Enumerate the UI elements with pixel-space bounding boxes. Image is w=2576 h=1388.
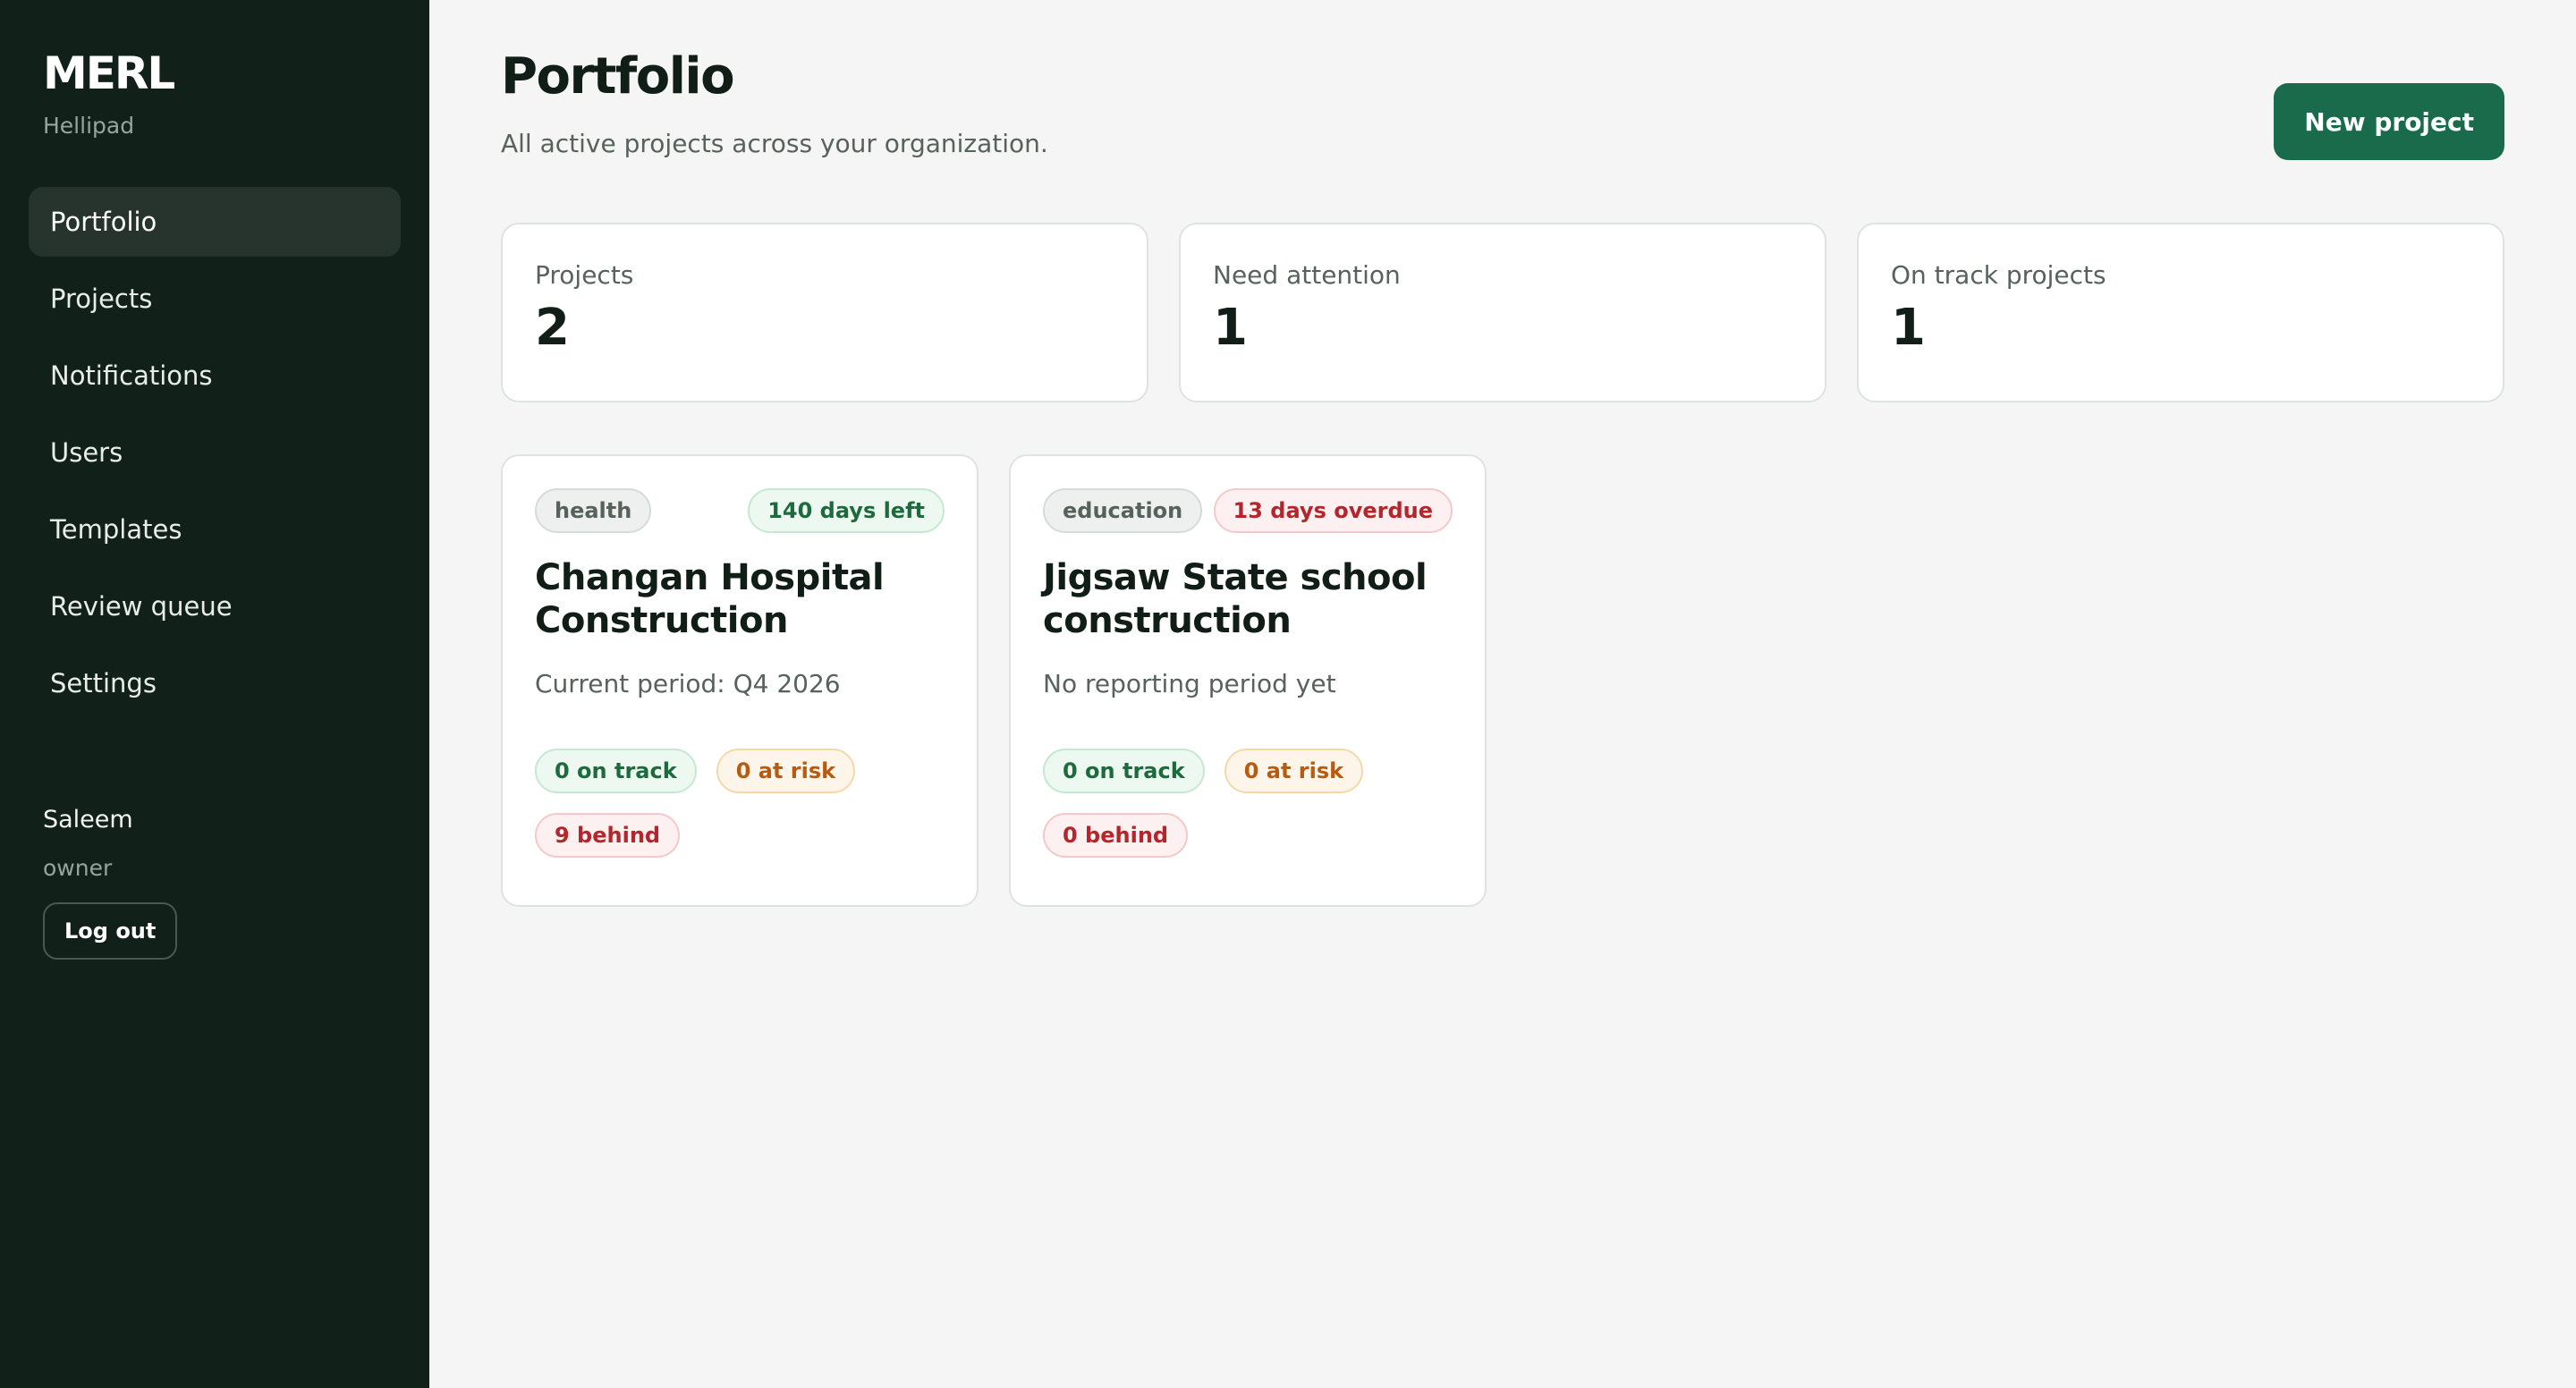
card-top: health 140 days left [535, 488, 945, 533]
user-block: Saleem owner Log out [29, 806, 401, 960]
brand-logo: MERL [43, 47, 175, 99]
deadline-badge: 13 days overdue [1213, 488, 1453, 533]
sidebar-item-portfolio[interactable]: Portfolio [29, 187, 401, 257]
status-pills: 0 on track 0 at risk 0 behind [1043, 749, 1453, 858]
user-role: owner [43, 855, 113, 881]
stats-row: Projects 2 Need attention 1 On track pro… [501, 223, 2504, 402]
behind-badge: 0 behind [1043, 813, 1189, 858]
user-name: Saleem [43, 806, 133, 834]
sidebar-item-review-queue[interactable]: Review queue [29, 571, 401, 641]
sidebar-item-projects[interactable]: Projects [29, 264, 401, 334]
sidebar-item-label: Templates [50, 514, 182, 545]
sidebar-item-settings[interactable]: Settings [29, 648, 401, 718]
project-title: Jigsaw State school construction [1043, 557, 1428, 641]
stat-card-projects: Projects 2 [501, 223, 1148, 402]
project-title: Changan Hospital Construction [535, 557, 885, 641]
sidebar-item-label: Notifications [50, 360, 213, 391]
project-card[interactable]: education 13 days overdue Jigsaw State s… [1009, 454, 1487, 907]
stat-label: On track projects [1891, 260, 2106, 290]
sidebar-item-templates[interactable]: Templates [29, 495, 401, 564]
sidebar: MERL Hellipad Portfolio Projects Notific… [0, 0, 429, 1388]
sidebar-item-label: Users [50, 437, 123, 468]
category-badge: education [1043, 488, 1203, 533]
project-cards: health 140 days left Changan Hospital Co… [501, 454, 2504, 907]
at-risk-badge: 0 at risk [1224, 749, 1364, 793]
status-pills: 0 on track 0 at risk 9 behind [535, 749, 945, 858]
on-track-badge: 0 on track [535, 749, 697, 793]
project-period: Current period: Q4 2026 [535, 669, 841, 698]
sidebar-item-label: Projects [50, 284, 153, 314]
organization-name: Hellipad [43, 113, 135, 139]
stat-label: Projects [535, 260, 634, 290]
logout-button[interactable]: Log out [43, 902, 178, 960]
stat-card-need-attention: Need attention 1 [1179, 223, 1826, 402]
sidebar-item-notifications[interactable]: Notifications [29, 341, 401, 410]
behind-badge: 9 behind [535, 813, 681, 858]
project-period: No reporting period yet [1043, 669, 1336, 698]
project-card[interactable]: health 140 days left Changan Hospital Co… [501, 454, 979, 907]
deadline-badge: 140 days left [748, 488, 945, 533]
main-content: Portfolio All active projects across you… [429, 0, 2576, 1388]
new-project-button[interactable]: New project [2274, 83, 2504, 160]
stat-value: 1 [1891, 299, 1926, 357]
sidebar-item-label: Review queue [50, 591, 233, 622]
page-header: Portfolio All active projects across you… [501, 43, 2504, 160]
sidebar-item-label: Settings [50, 668, 157, 698]
at-risk-badge: 0 at risk [716, 749, 856, 793]
sidebar-item-users[interactable]: Users [29, 418, 401, 487]
header-text: Portfolio All active projects across you… [501, 43, 1048, 158]
stat-value: 1 [1213, 299, 1248, 357]
category-badge: health [535, 488, 652, 533]
page-subtitle: All active projects across your organiza… [501, 129, 1048, 158]
sidebar-nav: Portfolio Projects Notifications Users T… [29, 187, 401, 718]
page-title: Portfolio [501, 47, 735, 106]
stat-card-on-track: On track projects 1 [1857, 223, 2504, 402]
stat-label: Need attention [1213, 260, 1401, 290]
on-track-badge: 0 on track [1043, 749, 1205, 793]
card-top: education 13 days overdue [1043, 488, 1453, 533]
sidebar-item-label: Portfolio [50, 207, 157, 237]
stat-value: 2 [535, 299, 570, 357]
